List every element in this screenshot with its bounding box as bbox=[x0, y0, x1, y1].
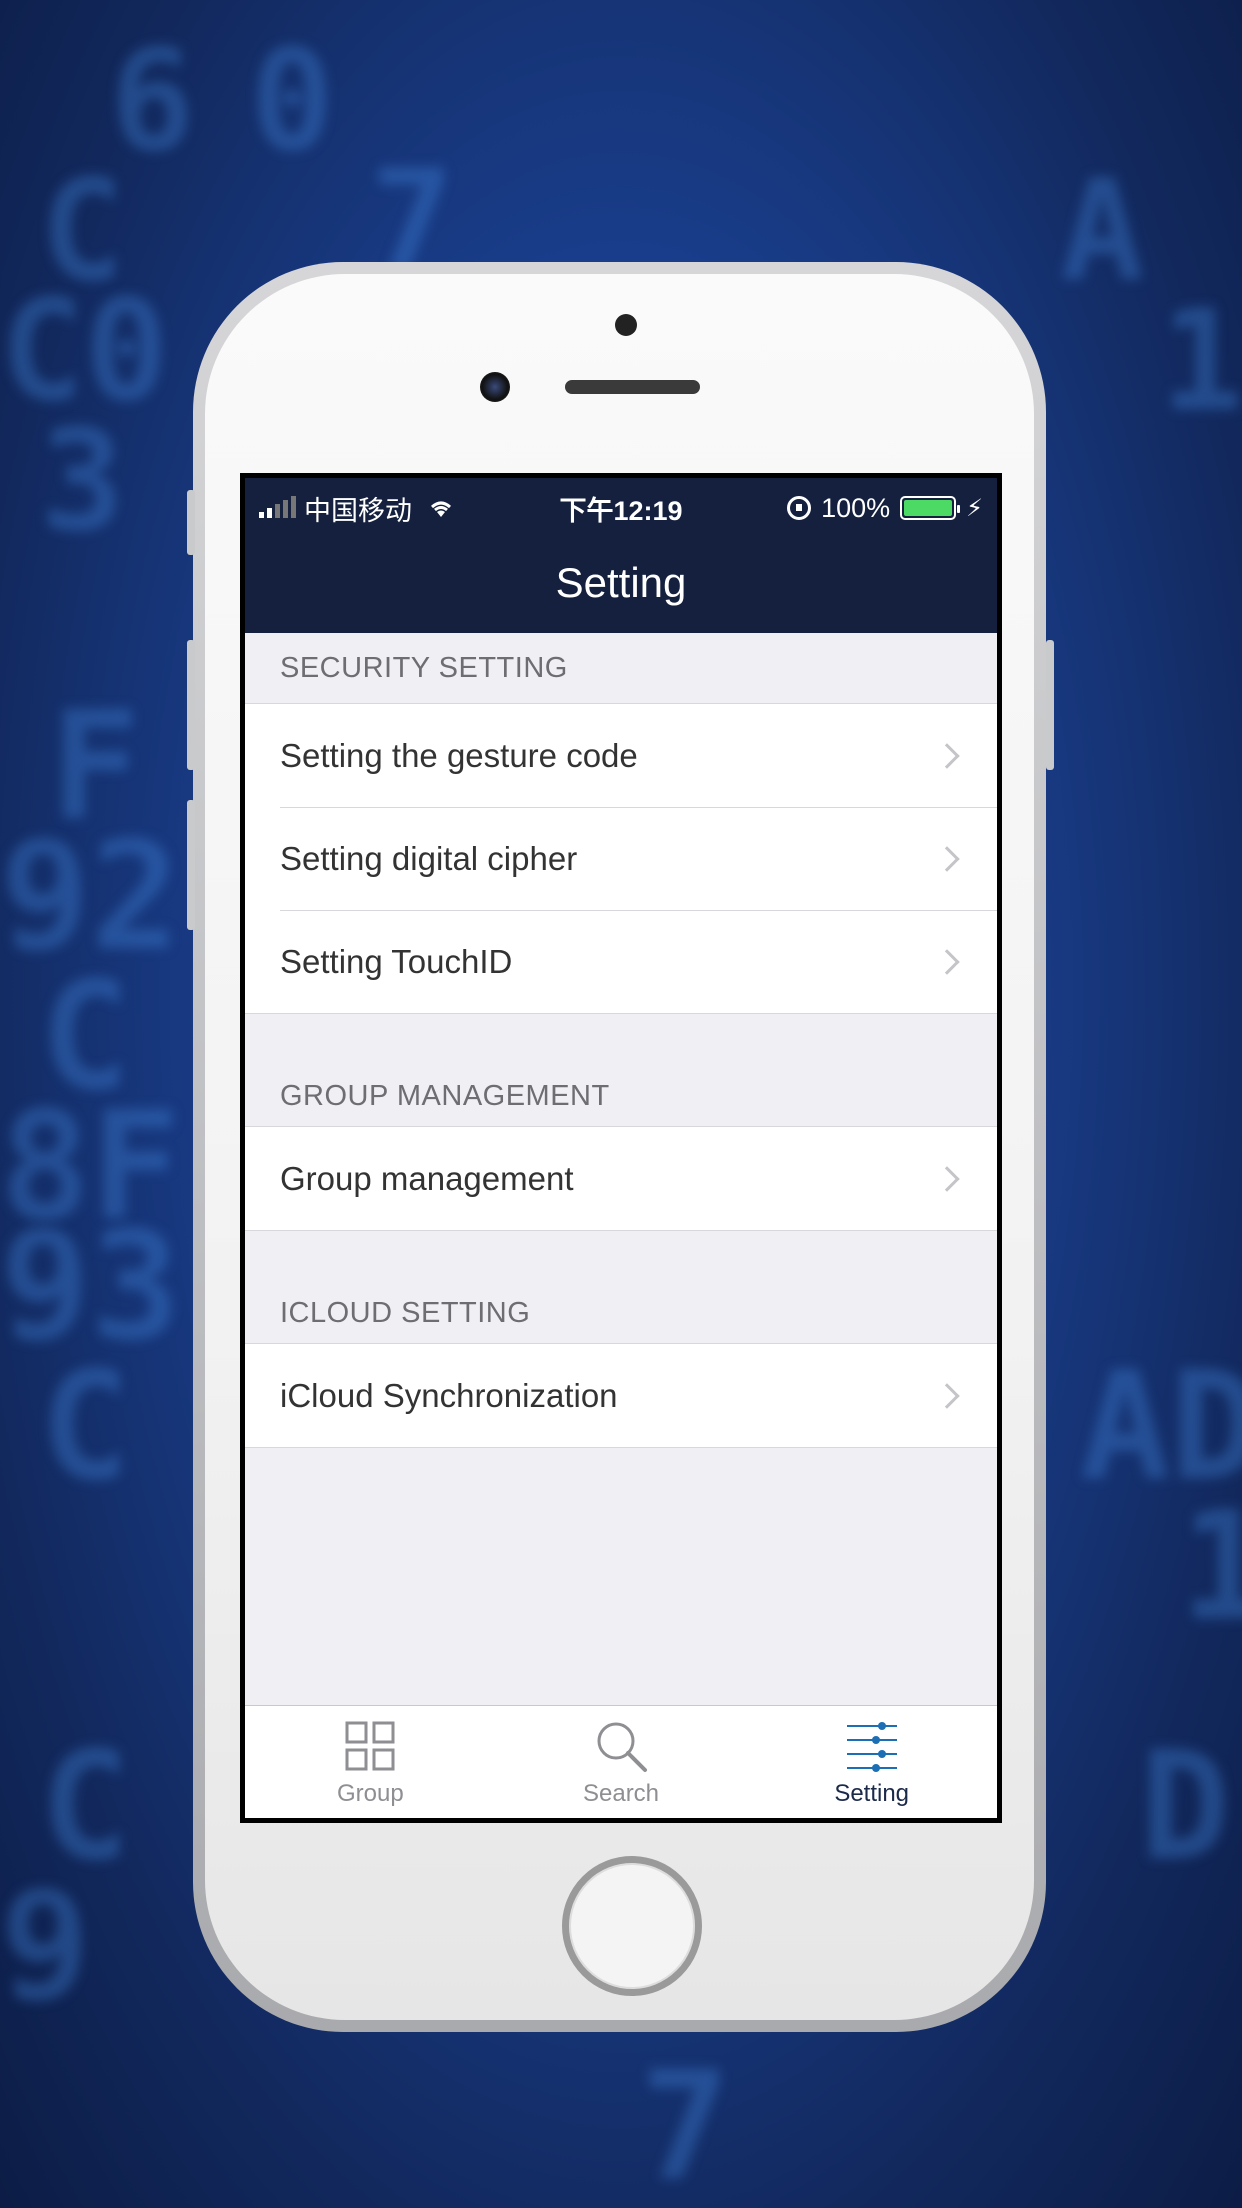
rotation-lock-icon bbox=[787, 496, 812, 520]
chevron-right-icon bbox=[934, 1382, 960, 1409]
volume-down-button bbox=[187, 800, 195, 930]
tab-setting[interactable]: Setting bbox=[746, 1706, 997, 1818]
status-time: 下午12:19 bbox=[559, 495, 683, 526]
earpiece-speaker bbox=[565, 380, 700, 394]
icloud-sync-row[interactable]: iCloud Synchronization bbox=[245, 1344, 997, 1447]
search-icon bbox=[597, 1722, 647, 1772]
navigation-bar: 中国移动 下午12:19 100% ⚡ Setting bbox=[245, 478, 997, 633]
section-header-icloud: ICLOUD SETTING bbox=[280, 1297, 531, 1329]
chevron-right-icon bbox=[934, 845, 960, 872]
phone-screen: 中国移动 下午12:19 100% ⚡ Setting SECURITY SET… bbox=[240, 473, 1002, 1823]
row-label: iCloud Synchronization bbox=[280, 1376, 618, 1414]
home-button[interactable] bbox=[562, 1856, 702, 1996]
tab-label: Setting bbox=[834, 1780, 910, 1807]
row-label: Group management bbox=[280, 1159, 574, 1197]
mute-switch bbox=[187, 490, 195, 555]
tab-label: Search bbox=[582, 1780, 660, 1807]
chevron-right-icon bbox=[934, 742, 960, 769]
proximity-sensor bbox=[615, 314, 637, 336]
section-header-security: SECURITY SETTING bbox=[280, 652, 568, 684]
row-label: Setting TouchID bbox=[280, 942, 513, 980]
digital-cipher-row[interactable]: Setting digital cipher bbox=[245, 807, 997, 910]
row-label: Setting digital cipher bbox=[280, 839, 578, 877]
tab-group[interactable]: Group bbox=[245, 1706, 496, 1818]
sliders-icon bbox=[846, 1722, 897, 1772]
tab-bar: Group Search Setting bbox=[245, 1705, 997, 1818]
security-settings-group: Setting the gesture code Setting digital… bbox=[245, 703, 997, 1014]
status-bar: 中国移动 下午12:19 100% ⚡ bbox=[245, 478, 997, 538]
touchid-row[interactable]: Setting TouchID bbox=[245, 910, 997, 1013]
group-management-row[interactable]: Group management bbox=[245, 1127, 997, 1230]
grid-icon bbox=[345, 1721, 395, 1771]
row-label: Setting the gesture code bbox=[280, 736, 638, 774]
chevron-right-icon bbox=[934, 948, 960, 975]
volume-up-button bbox=[187, 640, 195, 770]
icloud-settings-group: iCloud Synchronization bbox=[245, 1343, 997, 1448]
page-title: Setting bbox=[555, 559, 687, 606]
tab-search[interactable]: Search bbox=[496, 1706, 747, 1818]
tab-label: Group bbox=[336, 1780, 404, 1807]
chevron-right-icon bbox=[934, 1165, 960, 1192]
group-management-group: Group management bbox=[245, 1126, 997, 1231]
battery-icon bbox=[900, 496, 961, 520]
gesture-code-row[interactable]: Setting the gesture code bbox=[245, 704, 997, 807]
front-camera bbox=[480, 372, 510, 402]
section-header-group-management: GROUP MANAGEMENT bbox=[280, 1080, 610, 1112]
power-button bbox=[1046, 640, 1054, 770]
